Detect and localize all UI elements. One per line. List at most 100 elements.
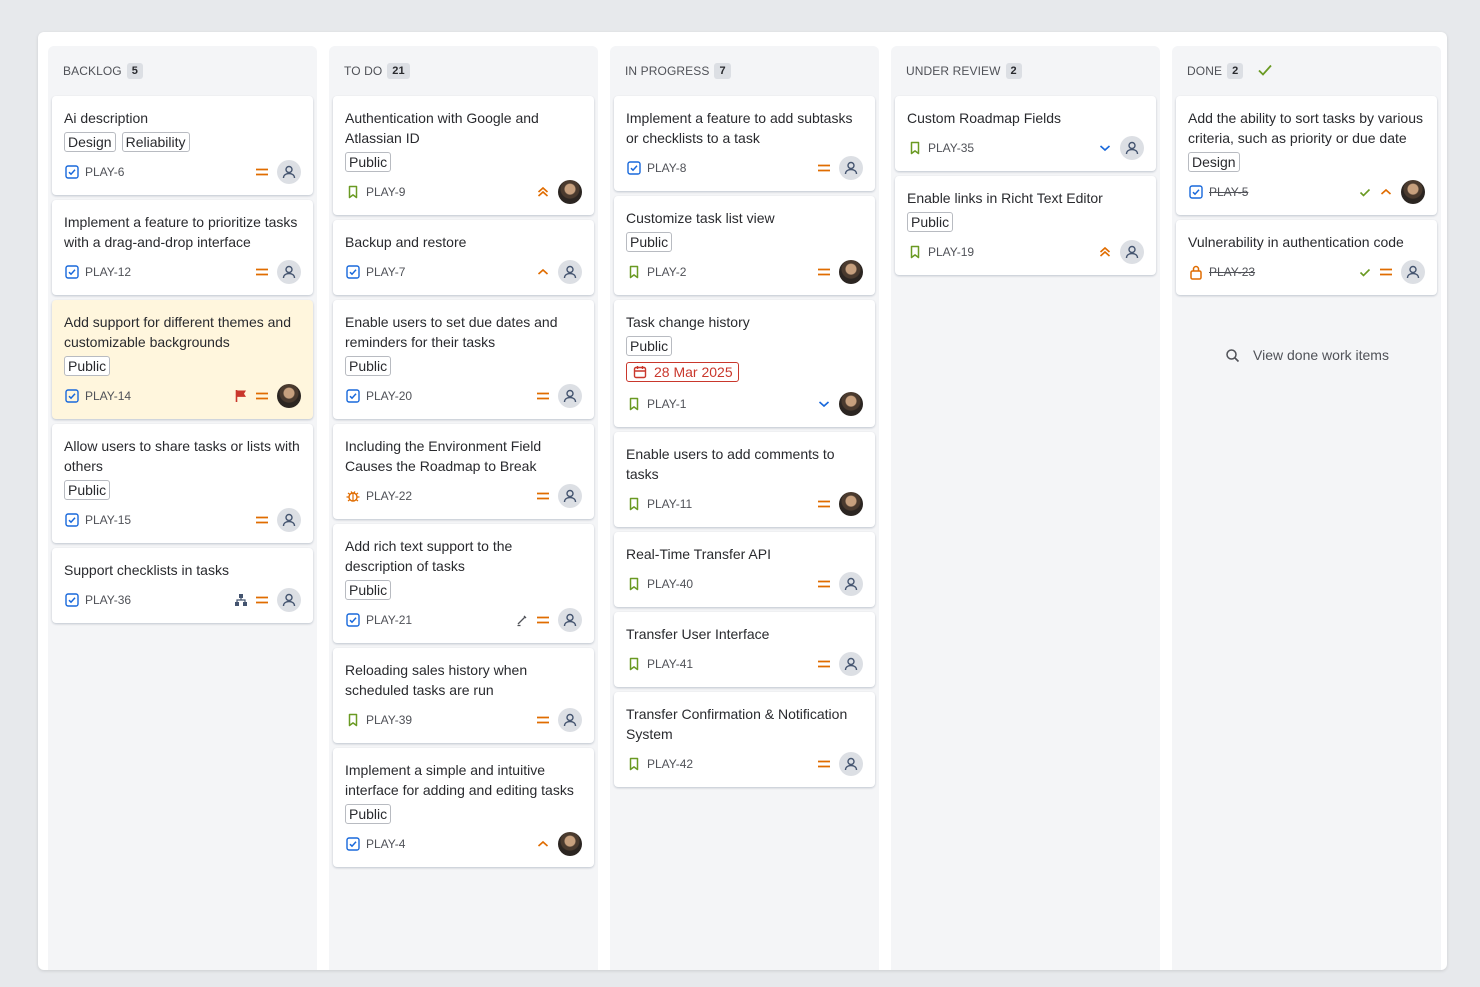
unassigned-avatar[interactable] (839, 572, 863, 596)
unassigned-avatar[interactable] (558, 484, 582, 508)
issue-key[interactable]: PLAY-6 (85, 165, 124, 179)
work-item-card[interactable]: Ai description Design Reliability PLAY-6 (52, 96, 313, 195)
unassigned-avatar[interactable] (558, 260, 582, 284)
issue-key[interactable]: PLAY-42 (647, 757, 693, 771)
issue-key[interactable]: PLAY-19 (928, 245, 974, 259)
work-item-card[interactable]: Support checklists in tasks PLAY-36 (52, 548, 313, 623)
issue-key[interactable]: PLAY-22 (366, 489, 412, 503)
task-icon (64, 164, 80, 180)
unassigned-avatar[interactable] (558, 608, 582, 632)
work-item-card[interactable]: Task change history Public 28 Mar 2025 PLAY… (614, 300, 875, 427)
label-chip[interactable]: Public (64, 356, 111, 376)
unassigned-avatar[interactable] (277, 260, 301, 284)
card-title: Add support for different themes and cus… (64, 314, 291, 350)
assignee-avatar[interactable] (558, 832, 582, 856)
label-chip[interactable]: Design (1188, 152, 1240, 172)
done-check-icon (1356, 264, 1374, 280)
issue-key[interactable]: PLAY-11 (647, 497, 692, 511)
card-title: Add the ability to sort tasks by various… (1188, 110, 1423, 146)
card-title: Enable users to set due dates and remind… (345, 314, 558, 350)
work-item-card[interactable]: Vulnerability in authentication code PLAY… (1176, 220, 1437, 295)
unassigned-avatar[interactable] (1120, 240, 1144, 264)
column-title: TO DO (344, 64, 383, 78)
assignee-avatar[interactable] (558, 180, 582, 204)
card-list: Authentication with Google and Atlassian… (333, 96, 594, 867)
unassigned-avatar[interactable] (1401, 260, 1425, 284)
work-item-card[interactable]: Implement a simple and intuitive interfa… (333, 748, 594, 867)
unassigned-avatar[interactable] (277, 160, 301, 184)
work-item-card[interactable]: Authentication with Google and Atlassian… (333, 96, 594, 215)
column-header: IN PROGRESS 7 (614, 46, 875, 96)
label-chip[interactable]: Public (626, 336, 673, 356)
work-item-card[interactable]: Real-Time Transfer API PLAY-40 (614, 532, 875, 607)
assignee-avatar[interactable] (839, 392, 863, 416)
issue-key[interactable]: PLAY-9 (366, 185, 405, 199)
card-labels: Public (345, 580, 582, 600)
work-item-card[interactable]: Transfer User Interface PLAY-41 (614, 612, 875, 687)
story-icon (907, 244, 923, 260)
card-footer: PLAY-40 (626, 572, 863, 596)
column-count-badge: 5 (126, 63, 143, 79)
assignee-avatar[interactable] (277, 384, 301, 408)
issue-key[interactable]: PLAY-35 (928, 141, 974, 155)
label-chip[interactable]: Public (626, 232, 673, 252)
issue-key[interactable]: PLAY-1 (647, 397, 686, 411)
unassigned-avatar[interactable] (839, 752, 863, 776)
work-item-card[interactable]: Custom Roadmap Fields PLAY-35 (895, 96, 1156, 171)
issue-key[interactable]: PLAY-4 (366, 837, 405, 851)
unassigned-avatar[interactable] (277, 588, 301, 612)
issue-key[interactable]: PLAY-23 (1209, 265, 1255, 279)
issue-key[interactable]: PLAY-21 (366, 613, 412, 627)
work-item-card[interactable]: Implement a feature to add subtasks or c… (614, 96, 875, 191)
card-footer: PLAY-9 (345, 180, 582, 204)
work-item-card[interactable]: Enable users to set due dates and remind… (333, 300, 594, 419)
label-chip[interactable]: Public (64, 480, 111, 500)
unassigned-avatar[interactable] (558, 708, 582, 732)
issue-key[interactable]: PLAY-41 (647, 657, 693, 671)
issue-key[interactable]: PLAY-2 (647, 265, 686, 279)
unassigned-avatar[interactable] (1120, 136, 1144, 160)
work-item-card[interactable]: Reloading sales history when scheduled t… (333, 648, 594, 743)
issue-key[interactable]: PLAY-39 (366, 713, 412, 727)
issue-key[interactable]: PLAY-14 (85, 389, 131, 403)
issue-key[interactable]: PLAY-36 (85, 593, 131, 607)
label-chip[interactable]: Public (345, 356, 392, 376)
issue-key[interactable]: PLAY-15 (85, 513, 131, 527)
work-item-card[interactable]: Add the ability to sort tasks by various… (1176, 96, 1437, 215)
assignee-avatar[interactable] (1401, 180, 1425, 204)
issue-key[interactable]: PLAY-7 (366, 265, 405, 279)
unassigned-avatar[interactable] (277, 508, 301, 532)
work-item-card[interactable]: Customize task list view Public PLAY-2 (614, 196, 875, 295)
issue-key[interactable]: PLAY-40 (647, 577, 693, 591)
assignee-avatar[interactable] (839, 260, 863, 284)
unassigned-avatar[interactable] (839, 652, 863, 676)
card-title: Implement a feature to prioritize tasks … (64, 214, 298, 250)
work-item-card[interactable]: Including the Environment Field Causes t… (333, 424, 594, 519)
view-done-items-link[interactable]: View done work items (1176, 347, 1437, 363)
label-chip[interactable]: Public (345, 804, 392, 824)
unassigned-avatar[interactable] (839, 156, 863, 180)
label-chip[interactable]: Public (907, 212, 954, 232)
card-labels: Public (64, 480, 301, 500)
issue-key[interactable]: PLAY-20 (366, 389, 412, 403)
work-item-card[interactable]: Enable users to add comments to tasks PLA… (614, 432, 875, 527)
issue-key[interactable]: PLAY-5 (1209, 185, 1248, 199)
card-labels: Public (626, 232, 863, 252)
work-item-card[interactable]: Enable links in Richt Text Editor Public P… (895, 176, 1156, 275)
label-chip[interactable]: Design (64, 132, 116, 152)
label-chip[interactable]: Public (345, 580, 392, 600)
label-chip[interactable]: Reliability (121, 132, 190, 152)
issue-key[interactable]: PLAY-8 (647, 161, 686, 175)
assignee-avatar[interactable] (839, 492, 863, 516)
card-labels: Design (1188, 152, 1425, 172)
work-item-card[interactable]: Transfer Confirmation & Notification Sys… (614, 692, 875, 787)
work-item-card[interactable]: Backup and restore PLAY-7 (333, 220, 594, 295)
work-item-card[interactable]: Add support for different themes and cus… (52, 300, 313, 419)
unassigned-avatar[interactable] (558, 384, 582, 408)
issue-key[interactable]: PLAY-12 (85, 265, 131, 279)
work-item-card[interactable]: Implement a feature to prioritize tasks … (52, 200, 313, 295)
work-item-card[interactable]: Add rich text support to the description… (333, 524, 594, 643)
work-item-card[interactable]: Allow users to share tasks or lists with… (52, 424, 313, 543)
column-header: TO DO 21 (333, 46, 594, 96)
label-chip[interactable]: Public (345, 152, 392, 172)
